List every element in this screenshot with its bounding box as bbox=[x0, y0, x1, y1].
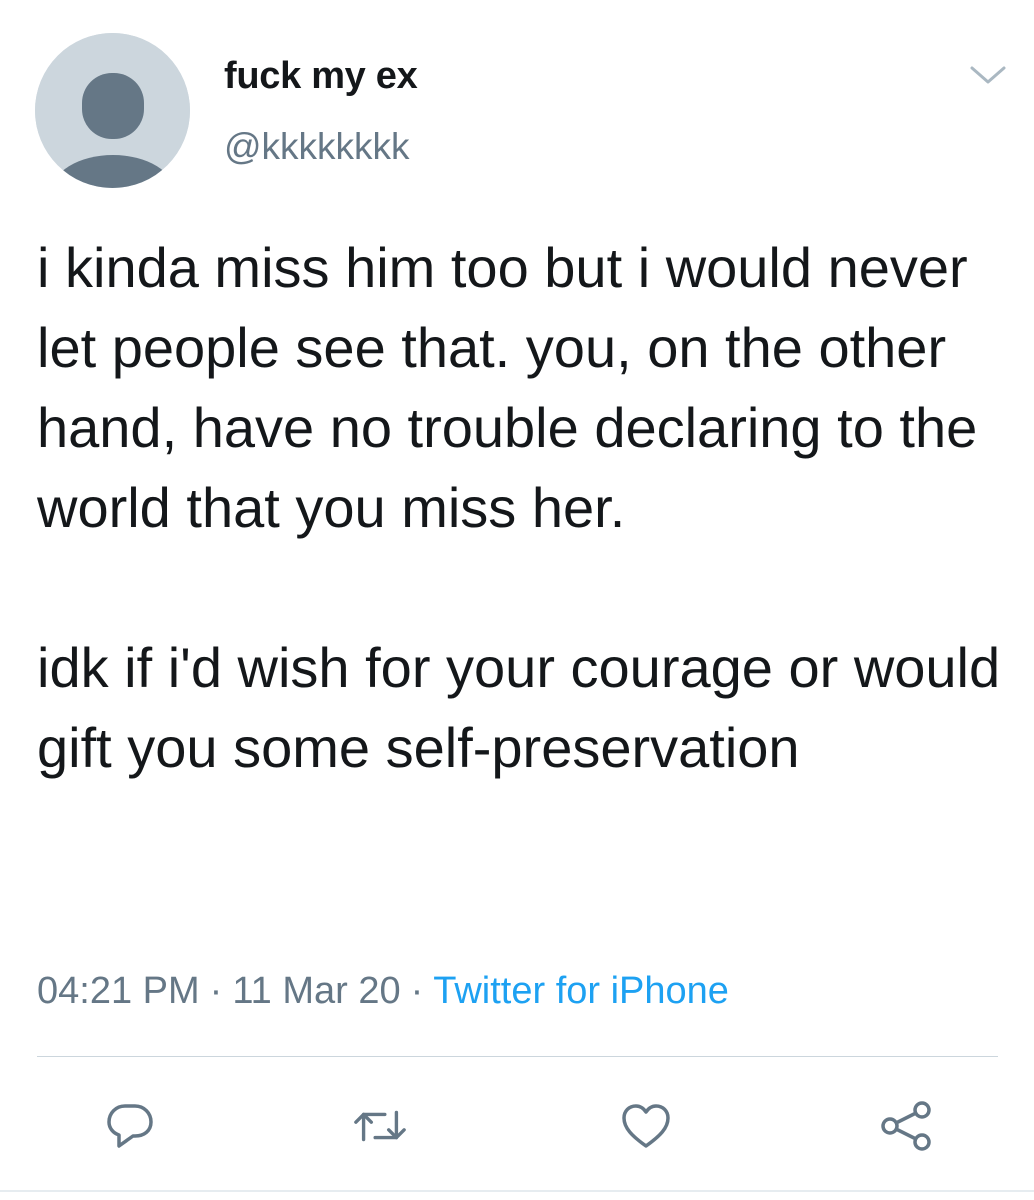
avatar[interactable] bbox=[35, 33, 190, 188]
share-button[interactable] bbox=[878, 1100, 934, 1152]
retweet-icon bbox=[354, 1110, 406, 1142]
tweet-card: fuck my ex @kkkkkkkk i kinda miss him to… bbox=[0, 0, 1034, 1200]
display-name[interactable]: fuck my ex bbox=[224, 55, 418, 98]
tweet-menu-button[interactable] bbox=[968, 64, 1008, 86]
divider bbox=[37, 1056, 998, 1057]
meta-separator: · bbox=[410, 970, 424, 1012]
meta-separator: · bbox=[209, 970, 223, 1012]
user-handle[interactable]: @kkkkkkkk bbox=[224, 126, 410, 168]
like-button[interactable] bbox=[618, 1100, 674, 1152]
tweet-text: i kinda miss him too but i would never l… bbox=[37, 236, 1001, 779]
tweet-date: 11 Mar 20 bbox=[232, 970, 401, 1012]
tweet-meta: 04:21 PM · 11 Mar 20 · Twitter for iPhone bbox=[37, 970, 729, 1013]
bottom-border bbox=[0, 1190, 1034, 1192]
chevron-down-icon bbox=[970, 66, 1006, 84]
retweet-button[interactable] bbox=[352, 1100, 408, 1152]
share-icon bbox=[881, 1101, 931, 1151]
tweet-source-link[interactable]: Twitter for iPhone bbox=[433, 970, 729, 1012]
default-avatar-icon bbox=[35, 33, 190, 188]
heart-icon bbox=[622, 1104, 670, 1148]
reply-icon bbox=[107, 1104, 153, 1148]
reply-button[interactable] bbox=[102, 1100, 158, 1152]
tweet-time: 04:21 PM bbox=[37, 970, 200, 1012]
